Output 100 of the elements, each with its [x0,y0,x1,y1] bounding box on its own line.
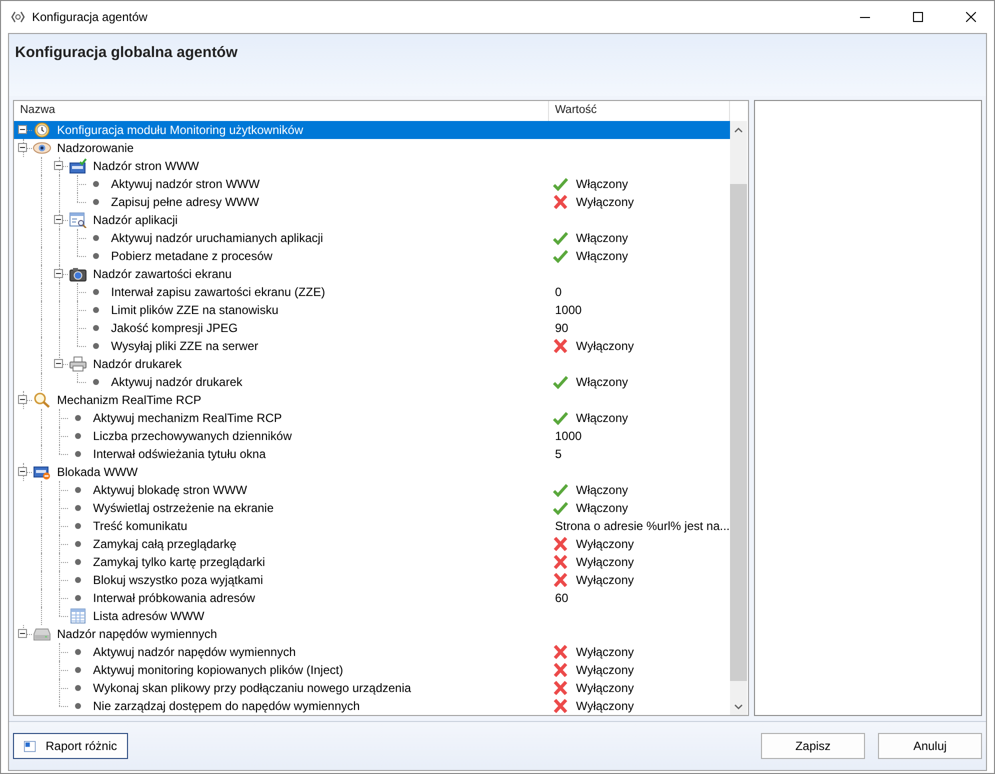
camera-icon [69,266,87,282]
value-text: Włączony [576,231,628,245]
report-button[interactable]: Raport różnic [13,733,128,759]
eye-icon [33,142,51,154]
tree-row[interactable]: Pobierz metadane z procesów Włączony [14,247,730,265]
tree-row[interactable]: Interwał zapisu zawartości ekranu (ZZE) 0 [14,283,730,301]
tree-row[interactable]: Nie zarządzaj dostępem do napędów wymiennych Wyłączony [14,697,730,715]
tree-row[interactable]: Aktywuj nadzór napędów wymiennych Wyłączony [14,643,730,661]
tree-row[interactable]: Treść komunikatu Strona o adresie %url% jest na... [14,517,730,535]
report-icon [24,738,36,754]
tree-row[interactable]: Wykonaj skan plikowy przy podłączaniu nowego urządzenia Wyłączony [14,679,730,697]
tree-row[interactable]: Blokada WWW [14,463,730,481]
bullet-icon [93,181,99,187]
tree-row[interactable]: Wysyłaj pliki ZZE na serwer Wyłączony [14,337,730,355]
value-text: Strona o adresie %url% jest na... [554,519,730,533]
tree-row[interactable]: Aktywuj monitoring kopiowanych plików (Inject) Wyłączony [14,661,730,679]
scrollbar[interactable] [730,121,747,715]
collapse-icon[interactable] [18,467,27,476]
scroll-down-icon[interactable] [734,704,743,710]
tree-label: Konfiguracja modułu Monitoring użytkowników [57,123,304,137]
tree-label: Zamykaj całą przeglądarkę [93,537,236,551]
collapse-icon[interactable] [18,125,27,134]
tree-label: Interwał próbkowania adresów [93,591,256,605]
collapse-icon[interactable] [18,629,27,638]
tree-row[interactable]: Zapisuj pełne adresy WWW Wyłączony [14,193,730,211]
tree-row[interactable]: Zamykaj całą przeglądarkę Wyłączony [14,535,730,553]
tree-row[interactable]: Wyświetlaj ostrzeżenie na ekranie Włączony [14,499,730,517]
table-icon [70,608,86,624]
bullet-icon [93,235,99,241]
bullet-icon [75,541,81,547]
tree-row[interactable]: Liczba przechowywanych dzienników 1000 [14,427,730,445]
tree-row[interactable]: Nadzór aplikacji [14,211,730,229]
tree-row[interactable]: Nadzór napędów wymiennych [14,625,730,643]
tree-label: Interwał zapisu zawartości ekranu (ZZE) [111,285,326,299]
tree-label: Blokada WWW [57,465,138,479]
tree-label: Interwał odświeżania tytułu okna [93,447,266,461]
dialog-button[interactable]: Anuluj [878,733,982,759]
tree-row[interactable]: Nadzorowanie [14,139,730,157]
html-check-icon [69,158,87,174]
value-text: 60 [554,591,568,605]
bullet-icon [75,667,81,673]
tree-row[interactable]: Mechanizm RealTime RCP [14,391,730,409]
value-text: Wyłączony [576,339,634,353]
html-block-icon [33,464,51,480]
bullet-icon [75,559,81,565]
app-window-icon [69,212,87,228]
tree-row[interactable]: Aktywuj nadzór stron WWW Włączony [14,175,730,193]
tree-label: Nadzorowanie [57,141,134,155]
collapse-icon[interactable] [18,143,27,152]
tree-label: Pobierz metadane z procesów [111,249,272,263]
app-icon [11,11,25,23]
tree-row[interactable]: Aktywuj nadzór uruchamianych aplikacji Włączony [14,229,730,247]
collapse-icon[interactable] [54,161,63,170]
tree-label: Nadzór aplikacji [93,213,178,227]
tree-row[interactable]: Aktywuj blokadę stron WWW Włączony [14,481,730,499]
bullet-icon [93,343,99,349]
tree-label: Zapisuj pełne adresy WWW [111,195,260,209]
bullet-icon [93,307,99,313]
tree-row[interactable]: Jakość kompresji JPEG 90 [14,319,730,337]
tree-row[interactable]: Limit plików ZZE na stanowisku 1000 [14,301,730,319]
clock-icon [34,122,50,138]
tree-label: Nadzór zawartości ekranu [93,267,232,281]
bullet-icon [75,487,81,493]
tree-label: Nadzór napędów wymiennych [57,627,218,641]
bullet-icon [93,253,99,259]
tree-row[interactable]: Aktywuj mechanizm RealTime RCP Włączony [14,409,730,427]
tree-row[interactable]: Aktywuj nadzór drukarek Włączony [14,373,730,391]
value-text: 1000 [554,429,582,443]
collapse-icon[interactable] [54,215,63,224]
tree-label: Aktywuj nadzór napędów wymiennych [93,645,296,659]
tree-row[interactable]: Blokuj wszystko poza wyjątkami Wyłączony [14,571,730,589]
value-text: Wyłączony [576,663,634,677]
tree-label: Wykonaj skan plikowy przy podłączaniu nowego urządzenia [93,681,412,695]
value-text: Włączony [576,411,628,425]
tree-row[interactable]: Konfiguracja modułu Monitoring użytkowników [14,121,730,139]
bullet-icon [75,685,81,691]
bullet-icon [93,325,99,331]
collapse-icon[interactable] [18,395,27,404]
tree-row[interactable]: Zamykaj tylko kartę przeglądarki Wyłączony [14,553,730,571]
bullet-icon [75,433,81,439]
tree-row[interactable]: Interwał odświeżania tytułu okna 5 [14,445,730,463]
maximize-icon[interactable] [913,12,923,22]
tree-row[interactable]: Lista adresów WWW [14,607,730,625]
tree-label: Liczba przechowywanych dzienników [93,429,292,443]
tree-row[interactable]: Nadzór drukarek [14,355,730,373]
collapse-icon[interactable] [54,269,63,278]
bullet-icon [75,451,81,457]
window-title: Konfiguracja agentów [32,10,148,24]
tree-row[interactable]: Nadzór stron WWW [14,157,730,175]
tree-row[interactable]: Interwał próbkowania adresów 60 [14,589,730,607]
tree-row[interactable]: Nadzór zawartości ekranu [14,265,730,283]
dialog-button[interactable]: Zapisz [761,733,865,759]
value-text: Wyłączony [576,699,634,713]
scroll-up-icon[interactable] [734,126,743,132]
value-text: Włączony [576,501,628,515]
panel-title: Konfiguracja globalna agentów [15,44,239,61]
close-icon[interactable] [966,12,976,22]
collapse-icon[interactable] [54,359,63,368]
value-text: Wyłączony [576,537,634,551]
value-text: 5 [554,447,562,461]
